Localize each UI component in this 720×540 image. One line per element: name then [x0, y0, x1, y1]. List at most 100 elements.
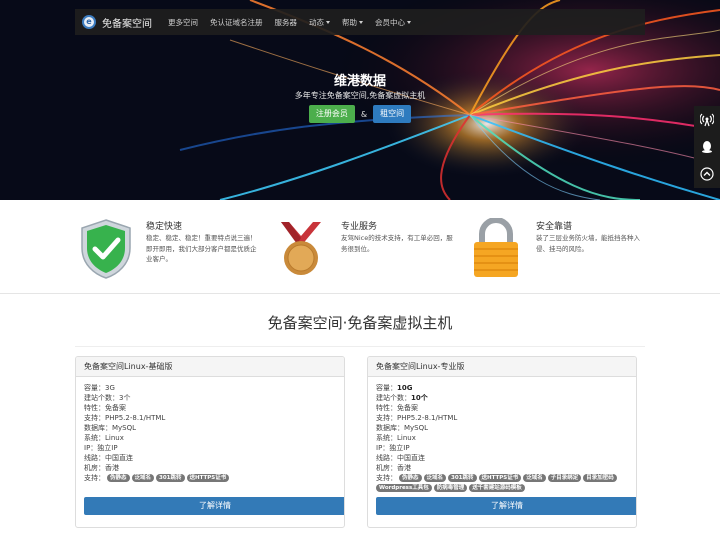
feature-tag: 送HTTPS证书	[478, 474, 522, 482]
spec-row: 数据库：MySQL	[84, 423, 336, 433]
nav-item-servers[interactable]: 服务器	[269, 17, 304, 28]
feature-tag: 301跳转	[448, 474, 477, 482]
support-label: 支持：	[376, 474, 397, 482]
back-to-top-icon[interactable]	[698, 165, 716, 183]
nav-item-help[interactable]: 帮助	[336, 17, 369, 28]
spec-value: 3G	[105, 384, 115, 392]
spec-value: PHP5.2-8.1/HTML	[105, 414, 166, 422]
spec-value: 中国直连	[397, 454, 425, 462]
spec-row: 建站个数：3个	[84, 393, 336, 403]
hero-title: 维港数据	[333, 74, 386, 89]
support-tags: 支持： 伪静态 泛域名 301跳转 送HTTPS证书 泛域名 子目录绑定 目录加密码 Wordp…	[376, 473, 628, 493]
spec-label: IP：	[376, 444, 390, 452]
feature-desc: 友驾Nice的技术支持，有工单必回，服务很到位。	[341, 234, 453, 253]
spec-value: MySQL	[404, 424, 429, 432]
spec-row: 系统：Linux	[376, 433, 628, 443]
spec-label: 容量：	[376, 384, 397, 392]
spec-row: 特性：免备案	[84, 403, 336, 413]
feature-tag: 泛域名	[131, 474, 155, 482]
feature-tag: 防病毒管理	[433, 484, 468, 492]
spec-label: 线路：	[84, 454, 105, 462]
plan-card-pro: 免备案空间Linux-专业版 容量：10G 建站个数：10个 特性：免备案 支持：PH…	[367, 356, 637, 528]
spec-row: IP：独立IP	[84, 443, 336, 453]
feature-tag: 目录加密码	[583, 474, 617, 482]
chevron-down-icon	[359, 20, 363, 24]
feature-tag: 伪静态	[107, 474, 130, 482]
spec-row: 特性：免备案	[376, 403, 628, 413]
spec-value: Linux	[397, 434, 416, 442]
register-button[interactable]: 注册会员	[308, 105, 355, 123]
rent-space-button[interactable]: 租空间	[373, 105, 412, 123]
divider	[75, 346, 645, 347]
spec-label: IP：	[84, 444, 98, 452]
spec-value: Linux	[105, 434, 124, 442]
feature-service: 专业服务 友驾Nice的技术支持，有工单必回，服务很到位。	[273, 218, 453, 284]
section-title: 免备案空间·免备案虚拟主机	[267, 314, 453, 332]
spec-label: 建站个数：	[376, 394, 411, 402]
nav-item-more-spaces[interactable]: 更多空间	[162, 17, 204, 28]
spec-value: 10个	[411, 394, 428, 402]
spec-value: 香港	[105, 464, 119, 472]
spec-label: 特性：	[84, 404, 105, 412]
plan-specs: 容量：3G 建站个数：3个 特性：免备案 支持：PHP5.2-8.1/HTML 数据库：…	[76, 377, 344, 483]
top-navbar: e 免备案空间 更多空间 免认证域名注册 服务器 动态 帮助 会员中心	[75, 9, 645, 35]
spec-label: 支持：	[84, 414, 105, 422]
spec-value: 免备案	[105, 404, 126, 412]
feature-security: 安全靠谱 装了三层业务防火墙，能抵挡各种入侵、挂马的风险。	[468, 218, 648, 284]
spec-row: 建站个数：10个	[376, 393, 628, 403]
spec-value: 中国直连	[105, 454, 133, 462]
spec-label: 系统：	[84, 434, 105, 442]
ampersand: &	[360, 109, 368, 119]
hero-banner: e 免备案空间 更多空间 免认证域名注册 服务器 动态 帮助 会员中心 维港数据…	[0, 0, 720, 200]
shield-check-icon	[81, 219, 131, 279]
feature-desc: 装了三层业务防火墙，能抵挡各种入侵、挂马的风险。	[536, 234, 640, 253]
spec-row: 线路：中国直连	[84, 453, 336, 463]
spec-label: 容量：	[84, 384, 105, 392]
details-button[interactable]: 了解详情	[376, 497, 636, 515]
brand-name: 免备案空间	[102, 18, 152, 30]
brand[interactable]: e 免备案空间	[82, 15, 152, 30]
plan-specs: 容量：10G 建站个数：10个 特性：免备案 支持：PHP5.2-8.1/HTML 数据…	[368, 377, 636, 493]
spec-row: 机房：香港	[84, 463, 336, 473]
spec-value: PHP5.2-8.1/HTML	[397, 414, 458, 422]
spec-label: 支持：	[376, 414, 397, 422]
spec-row: 容量：10G	[376, 383, 628, 393]
spec-label: 数据库：	[376, 424, 404, 432]
chevron-down-icon	[326, 20, 330, 24]
hero-actions: 注册会员 & 租空间	[0, 105, 720, 123]
spec-row: 支持：PHP5.2-8.1/HTML	[376, 413, 628, 423]
details-button[interactable]: 了解详情	[84, 497, 344, 515]
spec-value: 10G	[397, 384, 413, 392]
feature-stable: 稳定快速 稳定、稳定、稳定！重要特点说三遍！即开即用，我们大部分客户都是优质企业…	[78, 218, 258, 284]
spec-row: 容量：3G	[84, 383, 336, 393]
feature-tag: 伪静态	[399, 474, 422, 482]
spec-label: 机房：	[84, 464, 105, 472]
spec-label: 特性：	[376, 404, 397, 412]
spec-label: 线路：	[376, 454, 397, 462]
nav-item-domain-register[interactable]: 免认证域名注册	[204, 17, 269, 28]
feature-tag: 泛域名	[523, 474, 546, 482]
feature-title: 安全靠谱	[536, 222, 573, 232]
broadcast-icon[interactable]	[698, 111, 716, 129]
chevron-down-icon	[407, 20, 411, 24]
spec-value: 独立IP	[97, 444, 118, 452]
floating-toolbar	[694, 106, 720, 188]
feature-title: 专业服务	[341, 222, 378, 232]
nav-item-news[interactable]: 动态	[303, 17, 336, 28]
support-label: 支持：	[84, 474, 105, 482]
feature-tag: 送千套建站源码模板	[469, 484, 525, 492]
spec-row: IP：独立IP	[376, 443, 628, 453]
spec-value: 3个	[119, 394, 131, 402]
qq-icon[interactable]	[698, 138, 716, 156]
feature-tag: Wordpress工具包	[376, 484, 432, 492]
nav-item-member-center[interactable]: 会员中心	[369, 17, 417, 28]
spec-label: 机房：	[376, 464, 397, 472]
site-logo-icon: e	[82, 15, 96, 29]
plan-card-basic: 免备案空间Linux-基础版 容量：3G 建站个数：3个 特性：免备案 支持：PHP5…	[75, 356, 345, 528]
feature-tag: 送HTTPS证书	[186, 474, 230, 482]
spec-row: 数据库：MySQL	[376, 423, 628, 433]
support-tags: 支持： 伪静态 泛域名 301跳转 送HTTPS证书	[84, 473, 336, 483]
spec-row: 支持：PHP5.2-8.1/HTML	[84, 413, 336, 423]
spec-row: 机房：香港	[376, 463, 628, 473]
plan-title: 免备案空间Linux-专业版	[368, 357, 636, 377]
